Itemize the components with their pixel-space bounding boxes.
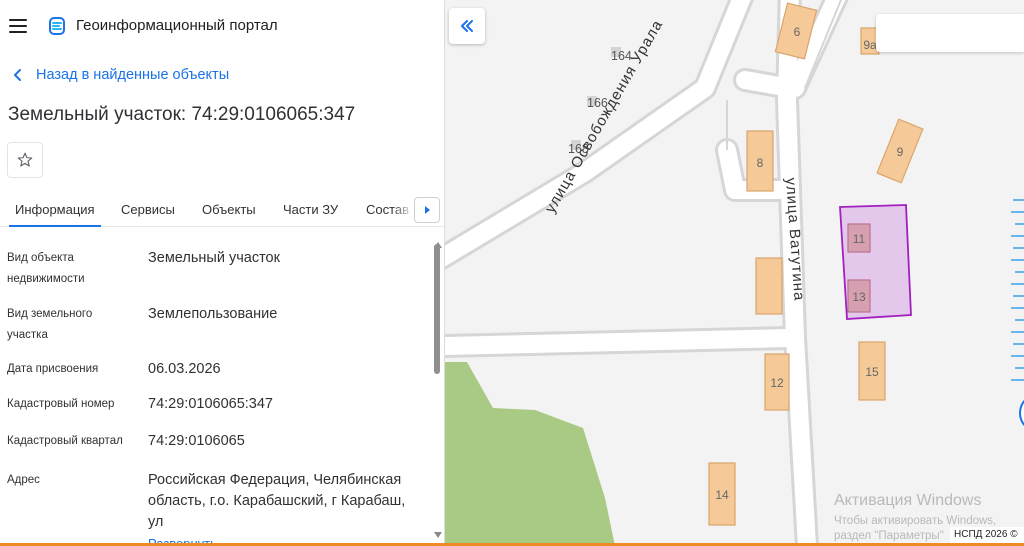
map-canvas[interactable]: 164 166 168 улица Освобождения Урала ули… (445, 0, 1024, 546)
water-hatch (1011, 199, 1024, 381)
info-label: Вид объекта недвижимости (7, 252, 85, 285)
scroll-down-arrow-icon[interactable] (434, 532, 442, 538)
double-chevron-left-icon (461, 20, 473, 32)
building-label-13: 13 (852, 290, 866, 304)
green-area (445, 362, 615, 546)
info-label: Вид земельного участка (7, 308, 93, 341)
panel-scrollbar[interactable] (432, 238, 442, 546)
top-bar: Геоинформационный портал (0, 0, 444, 52)
back-link-label: Назад в найденные объекты (36, 67, 230, 83)
building-label-11: 11 (853, 232, 866, 246)
tab-objects[interactable]: Объекты (202, 202, 256, 217)
scrollbar-thumb[interactable] (434, 244, 440, 374)
favorite-button[interactable] (7, 142, 43, 178)
building-label-8: 8 (757, 156, 764, 170)
tab-services[interactable]: Сервисы (121, 202, 175, 217)
building-label-14: 14 (715, 488, 729, 502)
tab-bar: Информация Сервисы Объекты Части ЗУ Сост… (0, 193, 444, 227)
object-info-panel: Геоинформационный портал Назад в найденн… (0, 0, 445, 546)
info-value: Земельный участок (148, 250, 280, 266)
info-label: Кадастровый номер (7, 398, 115, 410)
hamburger-menu-icon[interactable] (9, 19, 27, 33)
building-label-15: 15 (865, 365, 879, 379)
map-search-input[interactable] (876, 14, 1024, 52)
collapse-panel-button[interactable] (449, 8, 485, 44)
info-value: 74:29:0106065:347 (148, 396, 273, 412)
next-tab-button[interactable] (414, 197, 440, 223)
building-label-12: 12 (770, 376, 784, 390)
map-layer: 164 166 168 улица Освобождения Урала ули… (445, 0, 1024, 546)
page-title: Земельный участок: 74:29:0106065:347 (8, 104, 356, 125)
info-label: Кадастровый квартал (7, 435, 123, 447)
info-value: 74:29:0106065 (148, 433, 245, 449)
info-label: Дата присвоения (7, 363, 99, 375)
back-to-results-link[interactable]: Назад в найденные объекты (10, 67, 229, 83)
caret-right-icon (425, 206, 430, 214)
tab-parts[interactable]: Части ЗУ (283, 202, 338, 217)
building-label-6: 6 (794, 25, 801, 39)
tab-information[interactable]: Информация (9, 202, 101, 227)
portal-logo-icon (49, 17, 65, 35)
info-value: Российская Федерация, Челябинская област… (148, 472, 406, 530)
map-attribution: НСПД 2026 © (950, 527, 1024, 543)
building-label-9a: 9а (863, 38, 877, 52)
info-value: Землепользование (148, 306, 278, 322)
tabs-fade (392, 193, 414, 226)
app-title: Геоинформационный портал (76, 17, 278, 34)
chevron-left-icon (14, 69, 21, 81)
info-list: Вид объекта недвижимости Земельный участ… (0, 238, 430, 546)
star-outline-icon (17, 152, 33, 167)
building-label-9: 9 (897, 145, 904, 159)
building-unnamed (755, 257, 783, 315)
watermark-title: Активация Windows (834, 492, 982, 509)
info-label: Адрес (7, 474, 40, 486)
info-value: 06.03.2026 (148, 361, 221, 377)
